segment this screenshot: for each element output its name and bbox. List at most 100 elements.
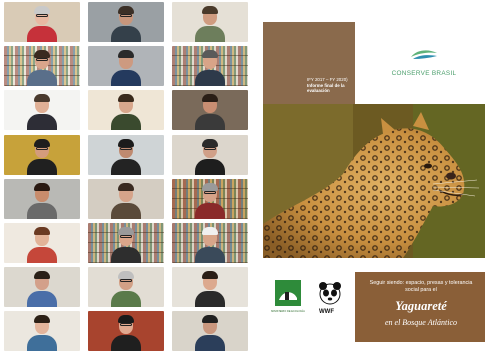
participant-shirt: [195, 335, 225, 352]
participant-figure: [27, 225, 57, 263]
participant-shirt: [111, 202, 141, 219]
jaguar-photo: [263, 104, 485, 258]
glasses-icon: [36, 14, 48, 17]
participant-hair: [34, 6, 50, 14]
participant-hair: [34, 50, 50, 59]
glasses-icon: [120, 279, 132, 283]
participant-video-tile[interactable]: [88, 267, 164, 308]
participant-shirt: [111, 70, 141, 87]
participant-shirt: [27, 26, 57, 42]
participant-shirt: [27, 247, 57, 263]
evaluation-title: Informe final de la evaluación: [307, 82, 345, 94]
participant-hair: [202, 94, 218, 103]
participant-video-tile[interactable]: [172, 134, 248, 175]
participant-shirt: [27, 291, 57, 308]
participant-figure: [27, 48, 57, 87]
participant-video-tile[interactable]: [172, 90, 248, 131]
cover-title: Yaguareté: [395, 299, 447, 313]
participant-shirt: [27, 70, 57, 87]
evaluation-period: IFY 2017 – FY 2020): [307, 77, 348, 82]
participant-hair: [118, 271, 134, 280]
participant-shirt: [111, 247, 141, 263]
participant-figure: [27, 313, 57, 352]
cover-footer: MINISTERIO DE ECOLOGÍA WWF Seguir siendo…: [263, 258, 485, 358]
participant-figure: [111, 48, 141, 87]
participant-video-tile[interactable]: [88, 223, 164, 263]
participant-figure: [27, 137, 57, 175]
participant-video-tile[interactable]: [4, 311, 80, 352]
participant-figure: [27, 4, 57, 42]
participant-video-tile[interactable]: [88, 134, 164, 175]
participant-shirt: [27, 202, 57, 219]
participant-shirt: [27, 114, 57, 131]
participant-video-tile[interactable]: [4, 46, 80, 87]
participant-video-tile[interactable]: [172, 46, 248, 87]
participant-video-tile[interactable]: [4, 267, 80, 308]
participant-video-tile[interactable]: [88, 46, 164, 87]
participant-hair: [202, 50, 218, 59]
participant-figure: [27, 92, 57, 131]
glasses-icon: [204, 146, 216, 150]
participant-shirt: [27, 158, 57, 175]
participant-hair: [202, 6, 218, 14]
participant-shirt: [195, 291, 225, 308]
participant-figure: [111, 92, 141, 131]
participant-hair: [118, 138, 134, 147]
participant-hair: [202, 227, 218, 235]
participant-hair: [202, 182, 218, 191]
conserve-brasil-logo: CONSERVE BRASIL: [363, 48, 485, 77]
participant-video-tile[interactable]: [88, 2, 164, 42]
participant-video-tile[interactable]: [88, 90, 164, 131]
participant-figure: [111, 137, 141, 175]
participant-shirt: [111, 114, 141, 131]
participant-figure: [195, 269, 225, 308]
glasses-icon: [120, 146, 132, 150]
participant-hair: [202, 271, 218, 280]
participant-hair: [34, 315, 50, 324]
participant-shirt: [111, 26, 141, 42]
glasses-icon: [36, 58, 48, 62]
participant-figure: [195, 4, 225, 42]
participant-shirt: [195, 26, 225, 42]
participant-figure: [111, 4, 141, 42]
participant-shirt: [195, 247, 225, 263]
participant-figure: [111, 313, 141, 352]
glasses-icon: [120, 323, 132, 327]
participant-hair: [34, 94, 50, 103]
cover-header-panel: IFY 2017 – FY 2020) Informe final de la …: [263, 22, 355, 104]
wwf-label: WWF: [319, 309, 334, 315]
participant-shirt: [111, 335, 141, 352]
participant-video-tile[interactable]: [172, 267, 248, 308]
glasses-icon: [120, 14, 132, 17]
participant-video-tile[interactable]: [172, 311, 248, 352]
participant-video-tile[interactable]: [4, 178, 80, 219]
participant-video-tile[interactable]: [4, 134, 80, 175]
participant-video-tile[interactable]: [172, 178, 248, 219]
leaf-logo-icon: [411, 50, 437, 59]
cover-location: en el Bosque Atlántico: [384, 318, 458, 327]
participant-video-tile[interactable]: [172, 223, 248, 263]
participant-shirt: [27, 335, 57, 352]
participant-hair: [118, 94, 134, 103]
participant-video-tile[interactable]: [88, 178, 164, 219]
participant-video-tile[interactable]: [4, 223, 80, 263]
participant-figure: [195, 181, 225, 219]
participant-video-tile[interactable]: [172, 2, 248, 42]
participant-figure: [195, 225, 225, 263]
participant-video-tile[interactable]: [4, 2, 80, 42]
participant-shirt: [111, 291, 141, 308]
ministry-logo-icon: [275, 280, 301, 306]
participant-video-tile[interactable]: [88, 311, 164, 352]
participant-hair: [34, 138, 50, 147]
participant-figure: [111, 181, 141, 219]
participant-hair: [34, 271, 50, 280]
participant-figure: [195, 137, 225, 175]
participant-video-tile[interactable]: [4, 90, 80, 131]
participant-figure: [111, 225, 141, 263]
ministry-caption: MINISTERIO DE ECOLOGÍA: [271, 310, 305, 313]
brand-name: CONSERVE BRASIL: [391, 70, 457, 77]
evaluation-caption: IFY 2017 – FY 2020) Informe final de la …: [307, 77, 351, 94]
participant-shirt: [195, 202, 225, 219]
participant-shirt: [111, 158, 141, 175]
participant-hair: [118, 315, 134, 324]
